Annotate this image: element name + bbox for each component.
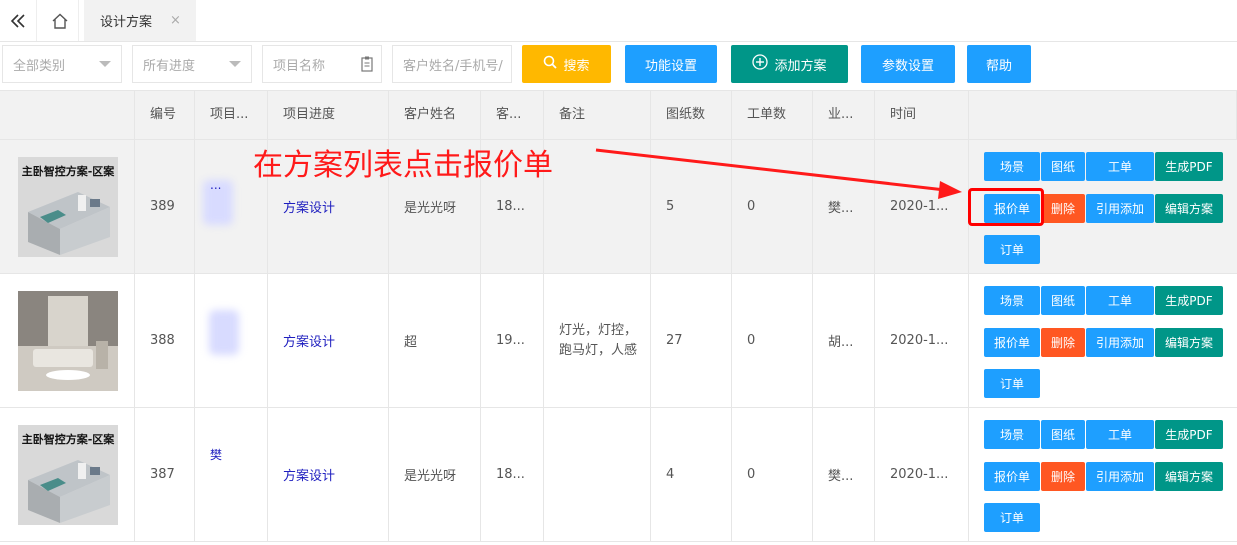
annotation-arrow-icon: [595, 148, 962, 199]
annotation-highlight-box: [968, 188, 1044, 226]
